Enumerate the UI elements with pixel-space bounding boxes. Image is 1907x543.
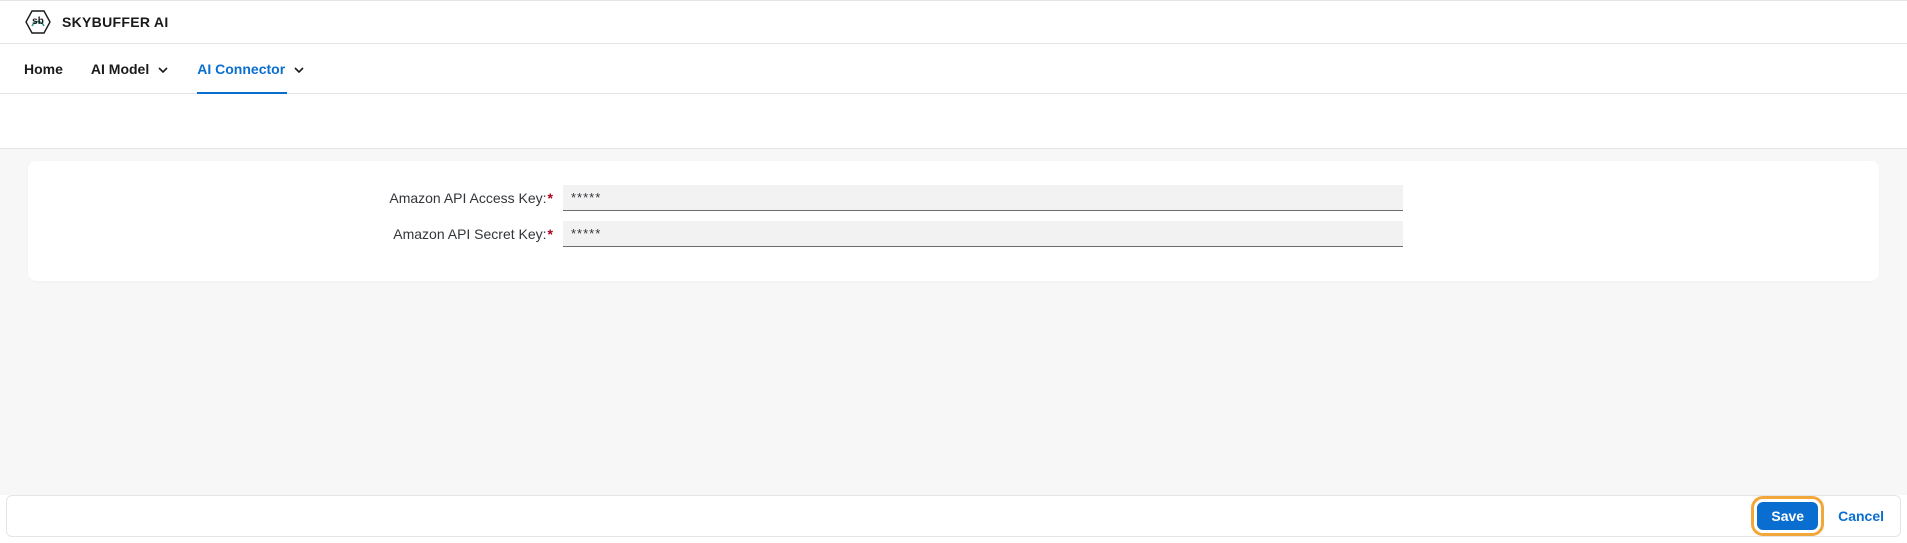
- content-area: Amazon API Access Key:* Amazon API Secre…: [0, 149, 1907, 495]
- secret-key-label: Amazon API Secret Key:*: [68, 226, 563, 242]
- nav-ai-model[interactable]: AI Model: [91, 44, 169, 94]
- access-key-label: Amazon API Access Key:*: [68, 190, 563, 206]
- credentials-card: Amazon API Access Key:* Amazon API Secre…: [28, 161, 1879, 281]
- cancel-button[interactable]: Cancel: [1834, 502, 1888, 530]
- access-key-row: Amazon API Access Key:*: [68, 185, 1839, 211]
- main-nav: Home AI Model AI Connector: [0, 44, 1907, 94]
- nav-ai-connector-label: AI Connector: [197, 61, 285, 77]
- access-key-label-text: Amazon API Access Key:: [389, 190, 546, 206]
- app-title: SKYBUFFER AI: [62, 14, 169, 30]
- logo-area: sb SKYBUFFER AI: [24, 8, 169, 36]
- nav-home-label: Home: [24, 61, 63, 77]
- footer-bar: Save Cancel: [6, 495, 1901, 537]
- svg-text:sb: sb: [32, 16, 44, 27]
- skybuffer-logo-icon: sb: [24, 8, 52, 36]
- required-mark: *: [548, 190, 553, 206]
- chevron-down-icon: [157, 63, 169, 75]
- secret-key-row: Amazon API Secret Key:*: [68, 221, 1839, 247]
- nav-ai-connector[interactable]: AI Connector: [197, 44, 305, 94]
- required-mark: *: [548, 226, 553, 242]
- nav-ai-model-label: AI Model: [91, 61, 149, 77]
- sub-header: [0, 94, 1907, 149]
- save-highlight: Save: [1751, 496, 1824, 536]
- nav-home[interactable]: Home: [24, 44, 63, 94]
- chevron-down-icon: [293, 63, 305, 75]
- save-button[interactable]: Save: [1757, 502, 1818, 530]
- app-header: sb SKYBUFFER AI: [0, 0, 1907, 44]
- access-key-input[interactable]: [563, 185, 1403, 211]
- secret-key-label-text: Amazon API Secret Key:: [393, 226, 546, 242]
- secret-key-input[interactable]: [563, 221, 1403, 247]
